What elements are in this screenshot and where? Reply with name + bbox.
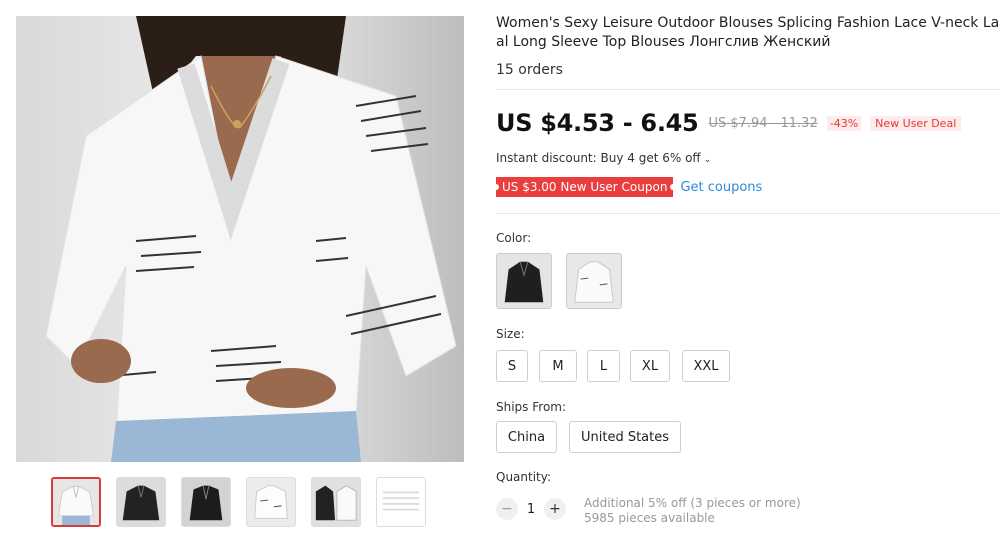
original-price: US $7.94 - 11.32: [708, 115, 818, 131]
size-option-m[interactable]: M: [539, 350, 577, 382]
ships-from-label: Ships From:: [496, 400, 567, 414]
divider: [496, 89, 1000, 90]
thumbnail-white-blouse-2[interactable]: [246, 477, 296, 527]
size-option-l[interactable]: L: [587, 350, 620, 382]
price-row: US $4.53 - 6.45 US $7.94 - 11.32 -43% Ne…: [496, 109, 962, 137]
thumbnail-black-blouse-2[interactable]: [181, 477, 231, 527]
main-product-image[interactable]: [16, 16, 464, 462]
ships-from-china[interactable]: China: [496, 421, 557, 453]
divider: [496, 213, 1000, 214]
quantity-increase-button[interactable]: +: [544, 498, 566, 520]
pieces-available-text: 5985 pieces available: [584, 511, 715, 525]
size-label: Size:: [496, 327, 525, 341]
coupon-row: US $3.00 New User Coupon Get coupons: [492, 177, 762, 197]
thumbnail-size-chart[interactable]: [376, 477, 426, 527]
get-coupons-link[interactable]: Get coupons: [680, 180, 762, 195]
additional-discount-text: Additional 5% off (3 pieces or more): [584, 496, 801, 510]
new-user-deal-badge: New User Deal: [870, 115, 962, 131]
orders-count: 15 orders: [496, 62, 563, 78]
quantity-stepper: − 1 +: [496, 498, 566, 520]
new-user-coupon[interactable]: US $3.00 New User Coupon: [492, 177, 677, 197]
instant-discount[interactable]: Instant discount: Buy 4 get 6% off ⌄: [496, 151, 711, 165]
thumbnail-both-colors[interactable]: [311, 477, 361, 527]
quantity-label: Quantity:: [496, 470, 552, 484]
color-swatch-black[interactable]: [496, 253, 552, 309]
quantity-value[interactable]: 1: [518, 502, 544, 517]
price: US $4.53 - 6.45: [496, 109, 699, 137]
color-label: Color:: [496, 231, 532, 245]
quantity-info: Additional 5% off (3 pieces or more) 598…: [584, 496, 801, 526]
chevron-down-icon: ⌄: [703, 155, 712, 165]
color-swatch-white[interactable]: [566, 253, 622, 309]
size-option-s[interactable]: S: [496, 350, 528, 382]
ships-from-united-states[interactable]: United States: [569, 421, 681, 453]
thumbnail-strip: [51, 477, 431, 531]
size-option-xxl[interactable]: XXL: [682, 350, 730, 382]
discount-badge: -43%: [826, 115, 862, 131]
thumbnail-black-blouse[interactable]: [116, 477, 166, 527]
size-option-xl[interactable]: XL: [630, 350, 670, 382]
product-title-line-2: al Long Sleeve Top Blouses Лонгслив Женс…: [496, 34, 831, 50]
product-title-line-1: Women's Sexy Leisure Outdoor Blouses Spl…: [496, 15, 1000, 31]
thumbnail-white-blouse[interactable]: [51, 477, 101, 527]
product-details: Women's Sexy Leisure Outdoor Blouses Spl…: [492, 12, 1000, 541]
instant-discount-text: Instant discount: Buy 4 get 6% off: [496, 151, 701, 165]
quantity-decrease-button[interactable]: −: [496, 498, 518, 520]
product-title: Women's Sexy Leisure Outdoor Blouses Spl…: [496, 14, 1000, 52]
